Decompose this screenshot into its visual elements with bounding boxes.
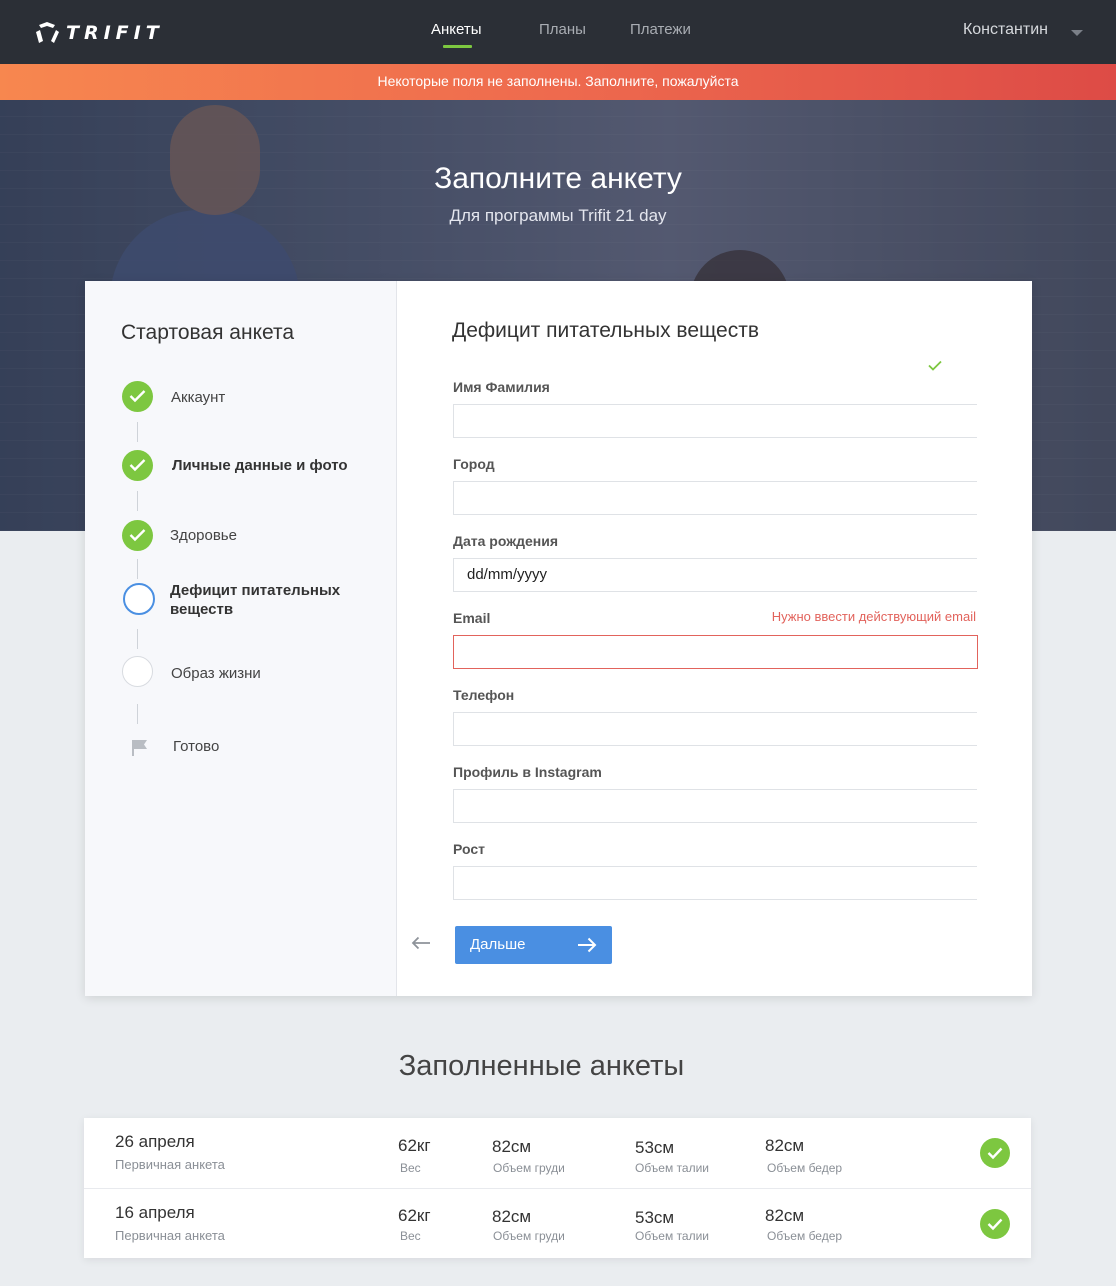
step-personal-data[interactable]: Личные данные и фото bbox=[172, 456, 348, 475]
waist-value: 53см bbox=[635, 1208, 675, 1227]
chest-caption: Объем груди bbox=[493, 1229, 565, 1243]
tab-plany[interactable]: Планы bbox=[539, 21, 586, 38]
field-label-email: Email bbox=[453, 610, 491, 626]
next-button-label: Дальше bbox=[470, 936, 526, 953]
field-label-birthdate: Дата рождения bbox=[453, 533, 559, 549]
step-done-icon bbox=[122, 450, 153, 481]
user-menu[interactable]: Константин bbox=[963, 21, 1048, 39]
phone-field[interactable] bbox=[453, 712, 977, 746]
email-error-message: Нужно ввести действующий email bbox=[771, 609, 976, 624]
step-health[interactable]: Здоровье bbox=[170, 526, 237, 545]
name-field[interactable] bbox=[453, 404, 977, 438]
step-current-icon bbox=[123, 583, 155, 615]
arrow-right-icon bbox=[578, 937, 597, 953]
step-nutrient-deficit[interactable]: Дефицит питательных веществ bbox=[170, 581, 370, 619]
logo-text: TRIFIT bbox=[66, 22, 164, 44]
step-done-icon bbox=[122, 381, 153, 412]
flag-icon bbox=[132, 740, 147, 756]
tab-platezhi[interactable]: Платежи bbox=[630, 21, 691, 38]
logo[interactable]: TRIFIT bbox=[34, 20, 164, 46]
field-label-city: Город bbox=[453, 456, 495, 472]
status-complete-icon bbox=[980, 1209, 1010, 1239]
steps-sidebar: Стартовая анкета Аккаунт Личные данные и… bbox=[85, 281, 397, 996]
weight-caption: Вес bbox=[400, 1229, 421, 1243]
hips-value: 82см bbox=[765, 1206, 805, 1225]
email-field[interactable] bbox=[453, 635, 978, 669]
check-icon bbox=[129, 529, 146, 542]
active-tab-indicator bbox=[443, 45, 472, 48]
weight-value: 62кг bbox=[398, 1136, 431, 1155]
chest-value: 82см bbox=[492, 1207, 532, 1226]
list-item[interactable]: 16 апреля Первичная анкета 62кг Вес 82см… bbox=[84, 1188, 1031, 1258]
step-account[interactable]: Аккаунт bbox=[171, 388, 225, 407]
tab-ankety[interactable]: Анкеты bbox=[431, 21, 482, 38]
arrow-left-icon[interactable] bbox=[411, 936, 431, 950]
page-title: Заполните анкету bbox=[434, 162, 682, 195]
field-label-name: Имя Фамилия bbox=[453, 379, 550, 395]
form-date: 26 апреля bbox=[115, 1132, 195, 1151]
birthdate-field[interactable]: dd/mm/yyyy bbox=[453, 558, 977, 592]
field-label-instagram: Профиль в Instagram bbox=[453, 764, 602, 780]
instagram-field[interactable] bbox=[453, 789, 977, 823]
field-label-height: Рост bbox=[453, 841, 485, 857]
next-button[interactable]: Дальше bbox=[455, 926, 612, 964]
height-field[interactable] bbox=[453, 866, 977, 900]
city-field[interactable] bbox=[453, 481, 977, 515]
field-label-phone: Телефон bbox=[453, 687, 515, 703]
waist-caption: Объем талии bbox=[635, 1161, 710, 1175]
step-connector bbox=[137, 704, 138, 724]
waist-caption: Объем талии bbox=[635, 1229, 710, 1243]
step-lifestyle[interactable]: Образ жизни bbox=[171, 664, 261, 683]
top-navbar: TRIFIT Анкеты Планы Платежи Константин bbox=[0, 0, 1116, 64]
check-icon bbox=[928, 360, 942, 371]
check-icon bbox=[129, 459, 146, 472]
form-type: Первичная анкета bbox=[115, 1157, 225, 1172]
caret-down-icon[interactable] bbox=[1071, 30, 1083, 36]
form-type: Первичная анкета bbox=[115, 1228, 225, 1243]
chest-caption: Объем груди bbox=[493, 1161, 565, 1175]
logo-mark-icon bbox=[36, 22, 59, 43]
weight-value: 62кг bbox=[398, 1206, 431, 1225]
chest-value: 82см bbox=[492, 1137, 532, 1156]
sidebar-title: Стартовая анкета bbox=[121, 321, 295, 344]
check-icon bbox=[987, 1147, 1003, 1160]
waist-value: 53см bbox=[635, 1138, 675, 1157]
step-done-icon bbox=[122, 520, 153, 551]
hips-caption: Объем бедер bbox=[767, 1229, 843, 1243]
list-item[interactable]: 26 апреля Первичная анкета 62кг Вес 82см… bbox=[84, 1118, 1031, 1188]
step-connector bbox=[137, 491, 138, 511]
step-connector bbox=[137, 422, 138, 442]
weight-caption: Вес bbox=[400, 1161, 421, 1175]
step-connector bbox=[137, 629, 138, 649]
filled-forms-list: 26 апреля Первичная анкета 62кг Вес 82см… bbox=[84, 1118, 1031, 1258]
status-complete-icon bbox=[980, 1138, 1010, 1168]
hips-caption: Объем бедер bbox=[767, 1161, 843, 1175]
step-connector bbox=[137, 559, 138, 579]
filled-forms-title: Заполненные анкеты bbox=[398, 1050, 685, 1082]
check-icon bbox=[129, 390, 146, 403]
page-subtitle: Для программы Trifit 21 day bbox=[449, 206, 667, 225]
step-todo-icon bbox=[122, 656, 153, 687]
form-title: Дефицит питательных веществ bbox=[452, 319, 760, 342]
step-done-final[interactable]: Готово bbox=[173, 737, 219, 756]
hips-value: 82см bbox=[765, 1136, 805, 1155]
check-icon bbox=[987, 1218, 1003, 1231]
questionnaire-card: Стартовая анкета Аккаунт Личные данные и… bbox=[85, 281, 1032, 996]
form-date: 16 апреля bbox=[115, 1203, 195, 1222]
warning-banner: Некоторые поля не заполнены. Заполните, … bbox=[0, 64, 1116, 100]
